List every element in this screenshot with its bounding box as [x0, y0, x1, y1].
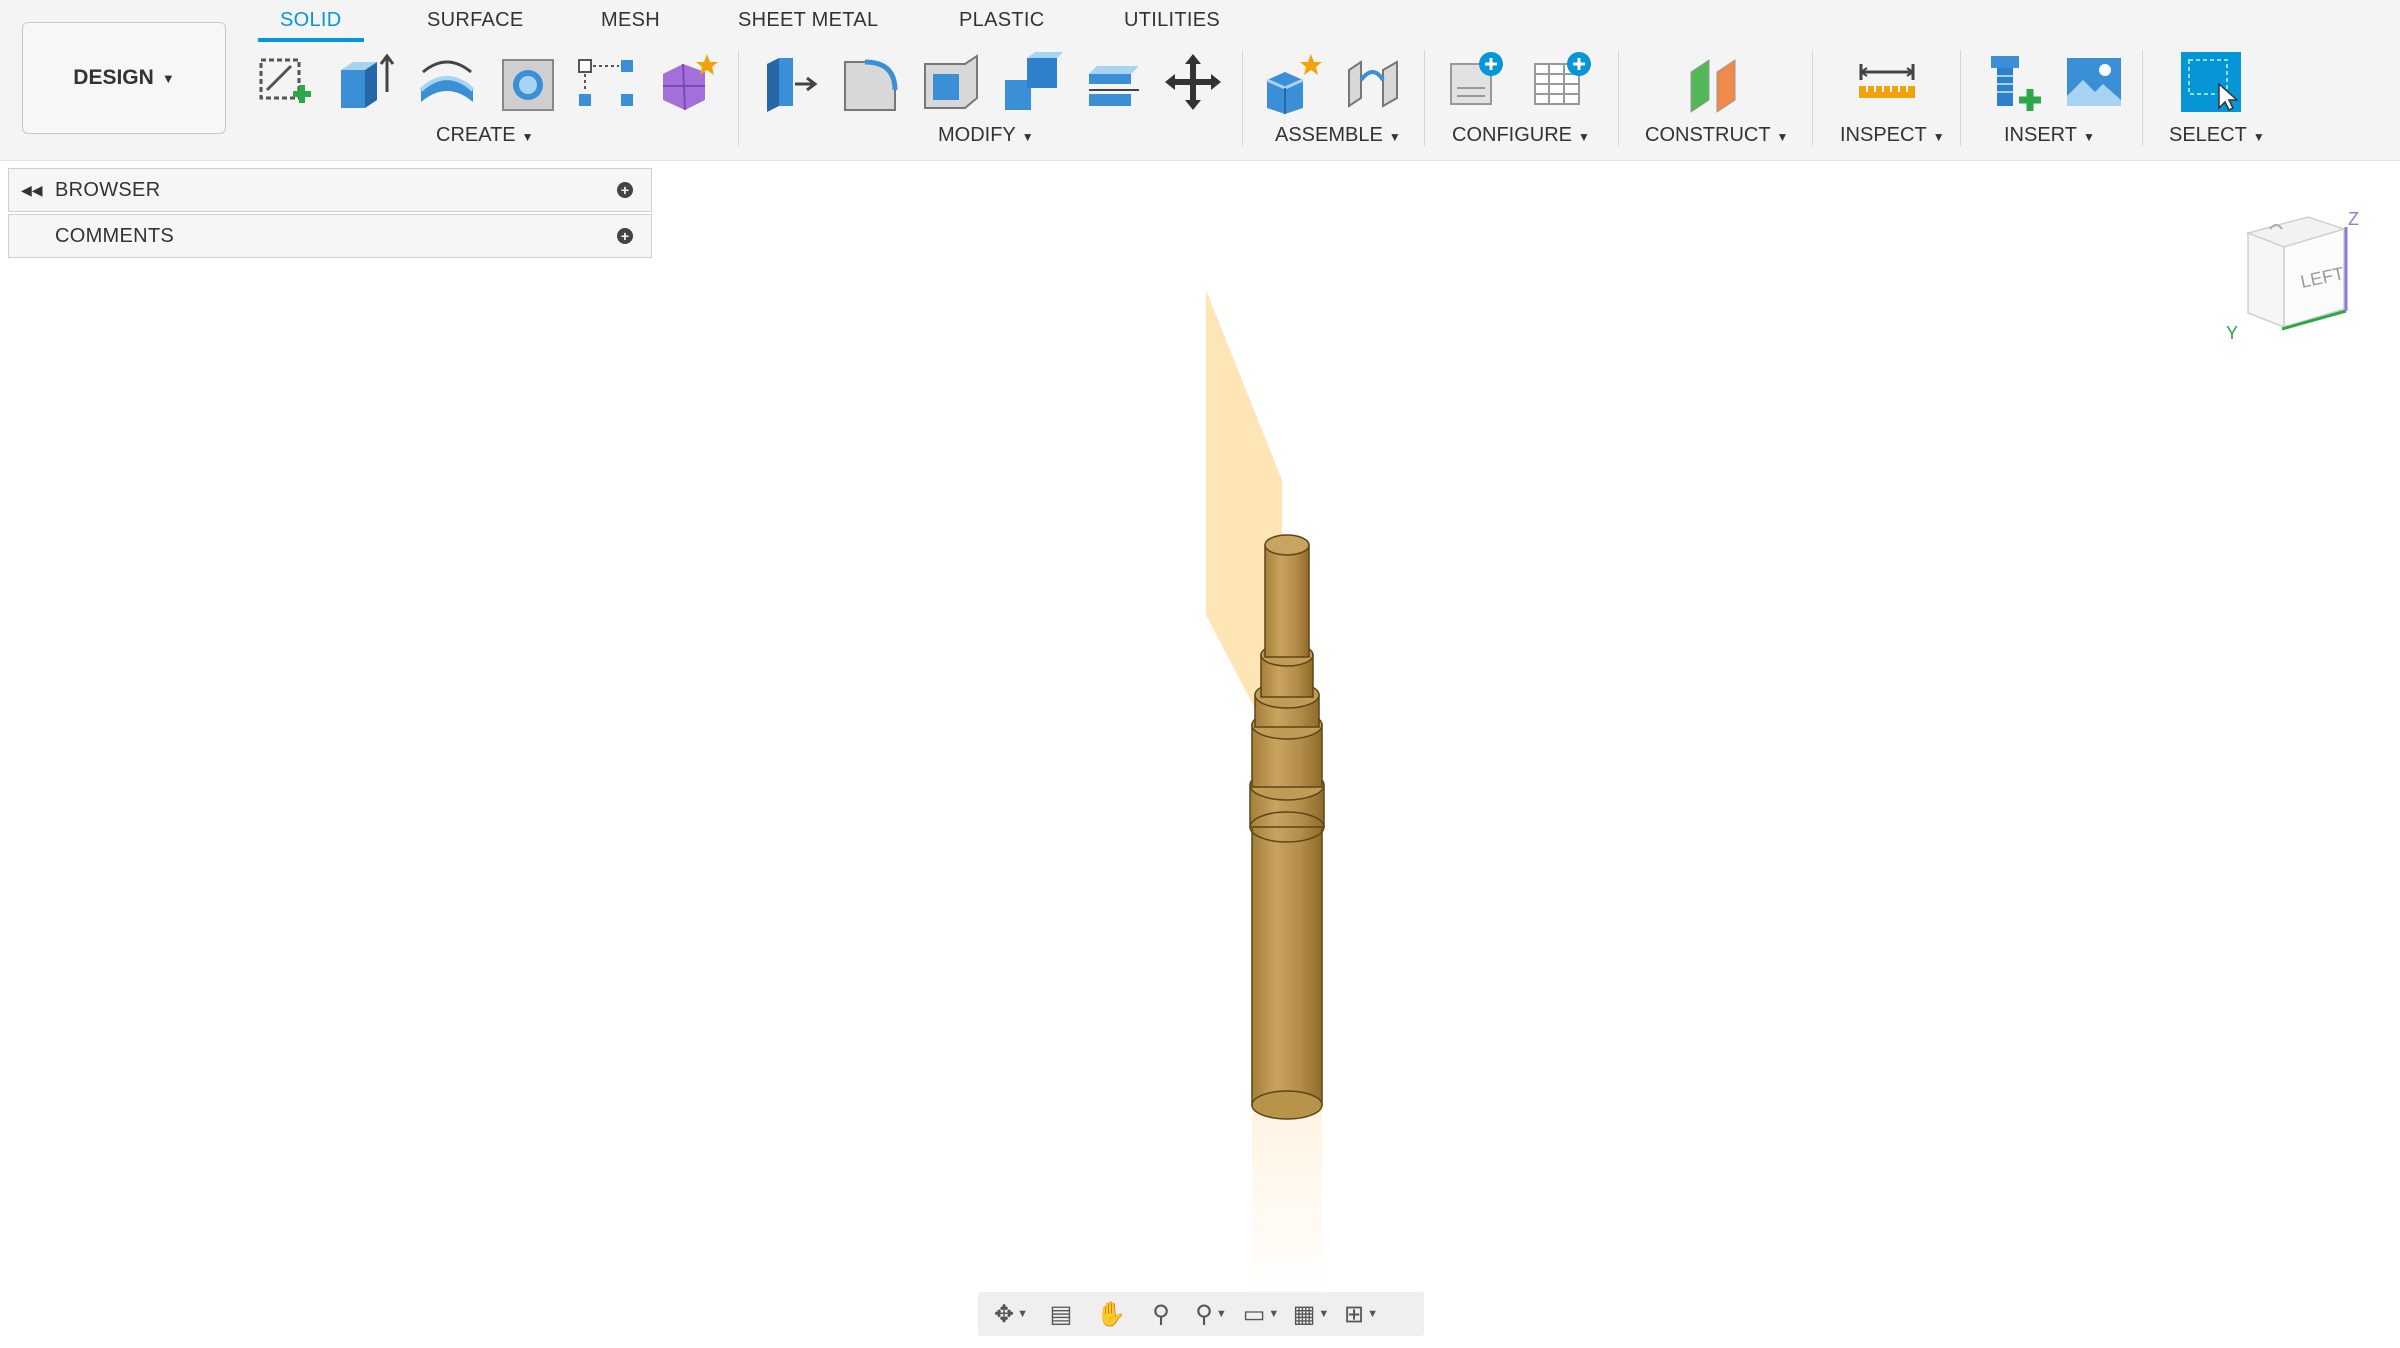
browser-label: BROWSER	[55, 178, 161, 201]
chevron-down-icon: ▼	[521, 130, 534, 144]
zoom-icon[interactable]: ⚲	[1138, 1296, 1184, 1332]
collapse-arrows-icon[interactable]: ◀◀	[21, 182, 43, 199]
chevron-down-icon: ▼	[1388, 130, 1401, 144]
move-copy-icon[interactable]	[1160, 46, 1226, 118]
comments-panel[interactable]: COMMENTS +	[8, 214, 652, 258]
combine-icon[interactable]	[1000, 46, 1066, 118]
insert-menu-label: INSERT	[2004, 124, 2077, 146]
toolbar-divider	[1424, 50, 1425, 146]
shell-icon[interactable]	[918, 46, 984, 118]
inspect-menu[interactable]: INSPECT ▼	[1840, 124, 1945, 147]
tab-utilities[interactable]: UTILITIES	[1124, 9, 1220, 32]
configuration-table-icon[interactable]	[1530, 46, 1596, 118]
select-menu[interactable]: SELECT ▼	[2169, 124, 2265, 147]
orbit-icon[interactable]: ✥ ▼	[988, 1296, 1034, 1332]
chevron-down-icon: ▼	[1021, 130, 1034, 144]
assemble-menu[interactable]: ASSEMBLE ▼	[1275, 124, 1401, 147]
insert-mcmaster-icon[interactable]	[1980, 46, 2046, 118]
chevron-down-icon: ▼	[1932, 130, 1945, 144]
press-pull-icon[interactable]	[756, 46, 822, 118]
toolbar: DESIGN ▼ SOLID SURFACE MESH SHEET METAL …	[0, 0, 2400, 161]
viewcube-left-edge[interactable]	[2247, 231, 2285, 329]
measure-icon[interactable]	[1854, 46, 1920, 118]
viewcube[interactable]: LEFT Z Y	[2220, 205, 2370, 355]
look-at-icon[interactable]: ▤	[1038, 1296, 1084, 1332]
revolve-icon[interactable]	[414, 46, 480, 118]
hole-icon[interactable]	[496, 46, 562, 118]
create-menu-label: CREATE	[436, 124, 516, 146]
toolbar-divider	[1618, 50, 1619, 146]
extrude-icon[interactable]	[332, 46, 398, 118]
joint-icon[interactable]	[1342, 46, 1408, 118]
assemble-menu-label: ASSEMBLE	[1275, 124, 1383, 146]
fit-icon[interactable]: ⚲ ▼	[1188, 1296, 1234, 1332]
chevron-down-icon: ▼	[2082, 130, 2095, 144]
viewports-icon[interactable]: ⊞ ▼	[1338, 1296, 1384, 1332]
offset-plane-icon[interactable]	[1682, 46, 1748, 118]
canvas-image-icon[interactable]	[2060, 46, 2126, 118]
chevron-down-icon: ▼	[161, 70, 175, 86]
configure-design-icon[interactable]	[1446, 46, 1512, 118]
toolbar-divider	[1960, 50, 1961, 146]
create-sketch-icon[interactable]	[252, 46, 318, 118]
chevron-down-icon: ▼	[1578, 130, 1590, 144]
create-menu[interactable]: CREATE ▼	[436, 124, 534, 147]
inspect-menu-label: INSPECT	[1840, 124, 1927, 146]
expand-plus-icon[interactable]: +	[617, 228, 633, 244]
pattern-icon[interactable]	[574, 46, 640, 118]
expand-plus-icon[interactable]: +	[617, 182, 633, 198]
modify-menu-label: MODIFY	[938, 124, 1016, 146]
modify-menu[interactable]: MODIFY ▼	[938, 124, 1034, 147]
plane-shadow	[1252, 1110, 1322, 1300]
comments-label: COMMENTS	[55, 224, 175, 247]
insert-menu[interactable]: INSERT ▼	[2004, 124, 2095, 147]
chevron-down-icon: ▼	[2252, 130, 2265, 144]
grid-settings-icon[interactable]: ▦ ▼	[1288, 1296, 1334, 1332]
toolbar-divider	[2142, 50, 2143, 146]
viewcube-z-label: Z	[2348, 209, 2359, 229]
tab-plastic[interactable]: PLASTIC	[959, 9, 1044, 32]
tab-solid[interactable]: SOLID	[280, 9, 342, 32]
navigation-bar: ✥ ▼ ▤ ✋ ⚲ ⚲ ▼ ▭ ▼ ▦ ▼ ⊞ ▼	[978, 1292, 1424, 1336]
configure-menu[interactable]: CONFIGURE ▼	[1452, 124, 1590, 147]
construct-menu[interactable]: CONSTRUCT ▼	[1645, 124, 1788, 147]
pan-icon[interactable]: ✋	[1088, 1296, 1134, 1332]
display-settings-icon[interactable]: ▭ ▼	[1238, 1296, 1284, 1332]
browser-panel[interactable]: ◀◀ BROWSER +	[8, 168, 652, 212]
tab-surface[interactable]: SURFACE	[427, 9, 524, 32]
create-form-icon[interactable]	[654, 46, 720, 118]
offset-face-icon[interactable]	[1080, 46, 1146, 118]
new-component-icon[interactable]	[1260, 46, 1326, 118]
toolbar-divider	[1242, 50, 1243, 146]
configure-menu-label: CONFIGURE	[1452, 124, 1572, 146]
active-tab-indicator	[258, 38, 364, 42]
workspace-label: DESIGN	[73, 66, 154, 89]
workspace-switcher[interactable]: DESIGN ▼	[22, 22, 226, 134]
fillet-icon[interactable]	[838, 46, 904, 118]
toolbar-divider	[1812, 50, 1813, 146]
window-select-icon[interactable]	[2178, 46, 2244, 118]
select-menu-label: SELECT	[2169, 124, 2247, 146]
toolbar-divider	[738, 50, 739, 146]
tab-mesh[interactable]: MESH	[601, 9, 660, 32]
construct-menu-label: CONSTRUCT	[1645, 124, 1771, 146]
chevron-down-icon: ▼	[1776, 130, 1789, 144]
viewcube-y-label: Y	[2226, 323, 2238, 343]
model-viewport[interactable]	[1180, 280, 1360, 1300]
tab-sheet-metal[interactable]: SHEET METAL	[738, 9, 878, 32]
